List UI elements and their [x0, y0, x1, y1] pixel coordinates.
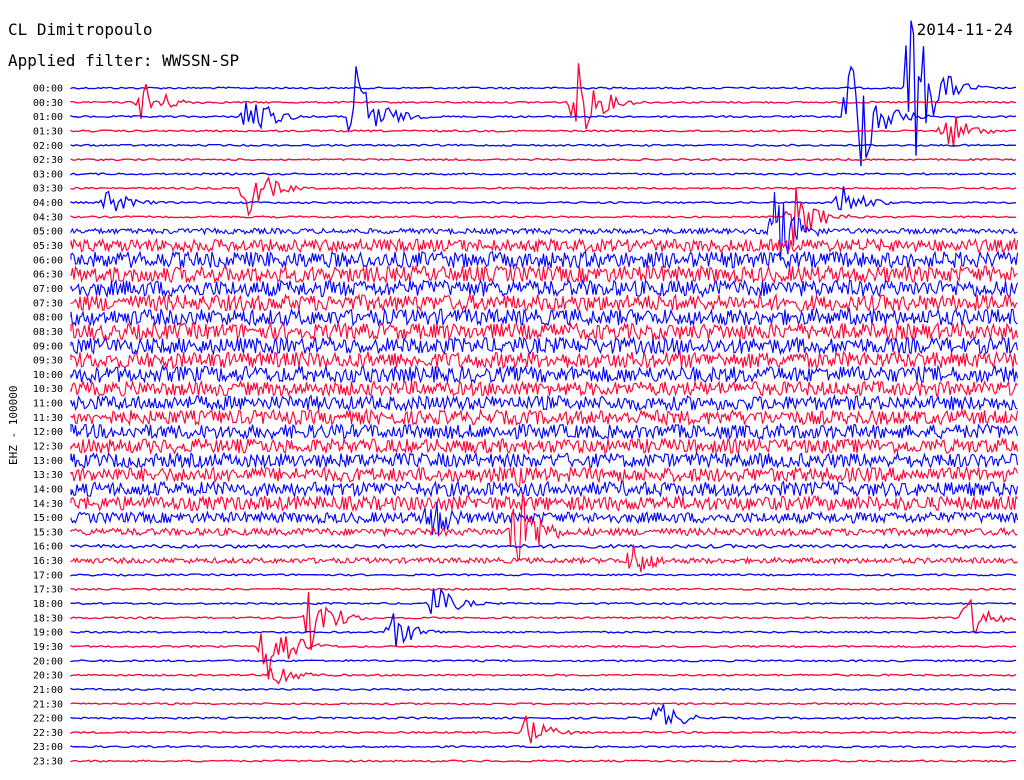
row-label-1700: 17:00 — [33, 570, 63, 581]
trace-1700 — [70, 573, 1017, 577]
trace-0830 — [70, 321, 1019, 342]
row-label-0530: 05:30 — [33, 241, 63, 252]
trace-1200 — [70, 422, 1019, 441]
row-label-2330: 23:30 — [33, 757, 63, 768]
row-label-2200: 22:00 — [33, 714, 63, 725]
row-label-0030: 00:30 — [33, 98, 63, 109]
row-label-0300: 03:00 — [33, 169, 63, 180]
trace-0330 — [70, 176, 1017, 217]
row-label-1500: 15:00 — [33, 513, 63, 524]
row-label-1300: 13:00 — [33, 456, 63, 467]
row-label-0400: 04:00 — [33, 198, 63, 209]
row-label-0830: 08:30 — [33, 327, 63, 338]
row-label-1830: 18:30 — [33, 613, 63, 624]
helicorder-plot: 00:00 00:30 01:00 01:30 02:00 02:30 03:00 03:30… — [33, 20, 1019, 768]
trace-1930 — [70, 633, 1017, 680]
trace-2130 — [70, 702, 1017, 706]
trace-1000 — [70, 364, 1019, 384]
row-label-0800: 08:00 — [33, 313, 63, 324]
row-label-2000: 20:00 — [33, 656, 63, 667]
trace-1800 — [70, 587, 1017, 614]
row-label-1330: 13:30 — [33, 470, 63, 481]
row-label-2130: 21:30 — [33, 699, 63, 710]
trace-0030 — [70, 63, 1017, 130]
row-label-0930: 09:30 — [33, 356, 63, 367]
trace-0930 — [70, 350, 1018, 370]
trace-0530 — [70, 237, 1019, 254]
row-label-1600: 16:00 — [33, 542, 63, 553]
row-label-1800: 18:00 — [33, 599, 63, 610]
trace-1100 — [70, 393, 1018, 413]
row-label-0500: 05:00 — [33, 227, 63, 238]
row-label-2230: 22:30 — [33, 728, 63, 739]
row-label-1230: 12:30 — [33, 442, 63, 453]
row-label-2300: 23:00 — [33, 742, 63, 753]
trace-1030 — [70, 379, 1018, 398]
trace-1230 — [70, 437, 1019, 456]
row-label-1430: 14:30 — [33, 499, 63, 510]
trace-0230 — [70, 157, 1017, 162]
trace-1730 — [70, 587, 1017, 591]
row-label-0200: 02:00 — [33, 141, 63, 152]
trace-2230 — [70, 715, 1017, 744]
trace-1600 — [70, 543, 1017, 549]
trace-0300 — [70, 172, 1017, 176]
row-label-1730: 17:30 — [33, 585, 63, 596]
trace-0100 — [70, 65, 1017, 167]
trace-1830 — [70, 591, 1017, 651]
row-label-1130: 11:30 — [33, 413, 63, 424]
row-label-0900: 09:00 — [33, 341, 63, 352]
trace-0130 — [70, 116, 1017, 148]
row-label-0430: 04:30 — [33, 212, 63, 223]
trace-0200 — [70, 143, 1017, 147]
trace-0600 — [70, 250, 1019, 271]
row-label-1630: 16:30 — [33, 556, 63, 567]
trace-2200 — [70, 704, 1017, 725]
row-label-1000: 10:00 — [33, 370, 63, 381]
trace-2330 — [70, 759, 1016, 763]
helicorder-page: CL Dimitropoulo Applied filter: WWSSN-SP… — [0, 0, 1024, 780]
row-label-0000: 00:00 — [33, 84, 63, 95]
row-label-0700: 07:00 — [33, 284, 63, 295]
trace-0430 — [70, 187, 1017, 246]
row-label-0330: 03:30 — [33, 184, 63, 195]
row-label-1900: 19:00 — [33, 628, 63, 639]
row-label-2030: 20:30 — [33, 671, 63, 682]
row-label-1400: 14:00 — [33, 484, 63, 495]
trace-0900 — [70, 335, 1019, 356]
trace-0000 — [70, 20, 1017, 156]
row-label-0730: 07:30 — [33, 298, 63, 309]
trace-2000 — [70, 659, 1017, 663]
row-label-0600: 06:00 — [33, 255, 63, 266]
trace-0400 — [70, 186, 1017, 212]
trace-2030 — [70, 667, 1017, 685]
row-label-2100: 21:00 — [33, 685, 63, 696]
trace-1430 — [70, 494, 1018, 513]
trace-2100 — [70, 687, 1016, 692]
row-label-0130: 01:30 — [33, 126, 63, 137]
trace-1300 — [70, 451, 1019, 470]
row-label-1100: 11:00 — [33, 399, 63, 410]
trace-1400 — [70, 479, 1019, 499]
row-label-1030: 10:30 — [33, 384, 63, 395]
row-label-1930: 19:30 — [33, 642, 63, 653]
trace-0730 — [70, 292, 1018, 313]
row-label-1200: 12:00 — [33, 427, 63, 438]
trace-0700 — [70, 278, 1019, 299]
row-label-0100: 01:00 — [33, 112, 63, 123]
row-label-0230: 02:30 — [33, 155, 63, 166]
trace-1630 — [70, 544, 1018, 573]
trace-1130 — [70, 408, 1019, 427]
row-label-1530: 15:30 — [33, 527, 63, 538]
row-label-0630: 06:30 — [33, 270, 63, 281]
trace-0800 — [70, 307, 1018, 328]
trace-0630 — [70, 264, 1018, 285]
trace-2300 — [70, 745, 1017, 749]
